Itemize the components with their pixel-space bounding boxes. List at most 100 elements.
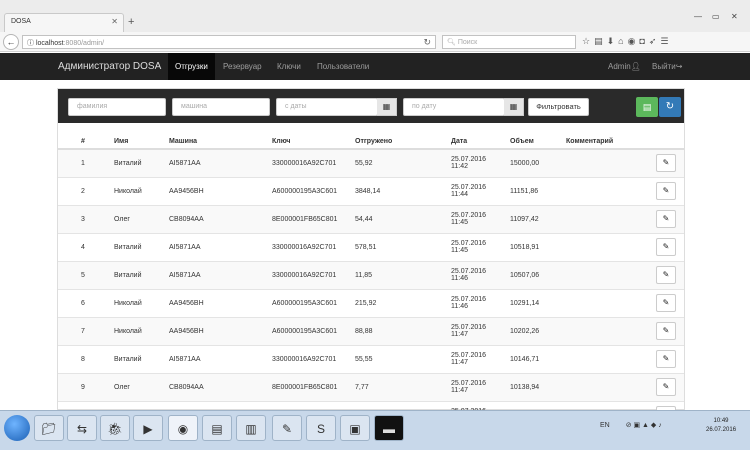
edit-pencil-icon[interactable]: ✎: [656, 294, 676, 312]
cell-number: 7: [58, 316, 110, 345]
table-row: 3 Олег CB8094AA 8E000001FB65C801 54,44 25.07.…: [58, 204, 684, 233]
cell-shipped: 3848,14: [351, 176, 421, 205]
cell-key: A600000195A3C601: [242, 176, 351, 205]
close-tab-icon[interactable]: ✕: [111, 17, 118, 26]
cell-actions: ✎: [652, 204, 684, 233]
maximize-icon[interactable]: ▭: [712, 12, 720, 21]
nav-keys[interactable]: Ключи: [270, 53, 308, 80]
cell-car: AA9456BH: [165, 316, 242, 345]
pocket-icon[interactable]: ◘: [639, 36, 648, 46]
search-input[interactable]: 🔍︎ Поиск: [442, 35, 576, 49]
brand[interactable]: Администратор DOSA: [58, 61, 161, 72]
clock-date: 26.07.2016: [706, 427, 737, 433]
edit-pencil-icon[interactable]: ✎: [656, 182, 676, 200]
date-from-input[interactable]: с даты: [276, 98, 378, 116]
download-icon[interactable]: ⬇: [607, 36, 619, 46]
browser-navbar: ← ⓘ localhost:8080/admin/ ↻ 🔍︎ Поиск ☆▤⬇…: [0, 32, 750, 52]
cell-number: 8: [58, 344, 110, 373]
teamviewer-icon[interactable]: ⇆: [67, 415, 97, 441]
cell-comment: [562, 176, 652, 205]
start-button[interactable]: [4, 415, 30, 441]
minimize-icon[interactable]: —: [694, 12, 702, 21]
media-player-icon[interactable]: ▶: [133, 415, 163, 441]
cell-car: AA9456BH: [165, 288, 242, 317]
date-to-input[interactable]: по дату: [403, 98, 505, 116]
calendar-from-icon[interactable]: ▦: [377, 98, 397, 116]
table-row: 1 Виталий AI5871AA 330000016A92C701 55,92 25.…: [58, 148, 684, 177]
cell-actions: ✎: [652, 316, 684, 345]
cell-number: 5: [58, 260, 110, 289]
skype-icon[interactable]: S: [306, 415, 336, 441]
browser-tab[interactable]: DOSA ✕: [4, 13, 124, 32]
cell-key: 8E000001FB65C801: [242, 372, 351, 401]
col-shipped: Отгружено: [351, 135, 421, 150]
chat-icon[interactable]: ◉: [628, 36, 640, 46]
cell-actions: ✎: [652, 372, 684, 401]
os-taskbar: 📁︎ ⇆ 🐞︎ ▶ ◉ ▤ ▥ ✎ S ▣ ▬ EN ⊘ ▣ ▲ ◆ ♪ 10:…: [0, 410, 750, 450]
firefox-icon[interactable]: ◉: [168, 415, 198, 441]
cell-comment: [562, 372, 652, 401]
console-icon[interactable]: ▬: [374, 415, 404, 441]
refresh-icon[interactable]: ↻: [659, 97, 681, 117]
edit-pencil-icon[interactable]: ✎: [656, 322, 676, 340]
cell-comment: [562, 260, 652, 289]
user-menu[interactable]: Admin👤︎: [608, 62, 641, 71]
back-icon[interactable]: ←: [3, 34, 19, 50]
edit-pencil-icon[interactable]: ✎: [656, 238, 676, 256]
cell-shipped: 55,55: [351, 344, 421, 373]
bookmark-star-icon[interactable]: ☆: [582, 36, 594, 46]
logout-link[interactable]: Выйти↪: [652, 62, 682, 71]
cell-name: Виталий: [110, 260, 165, 289]
nav-shipments[interactable]: Отгрузки: [168, 53, 215, 80]
cell-actions: ✎: [652, 288, 684, 317]
url-bar[interactable]: ⓘ localhost:8080/admin/ ↻: [22, 35, 436, 49]
home-icon[interactable]: ⌂: [618, 36, 627, 46]
edit-pencil-icon[interactable]: ✎: [656, 378, 676, 396]
notepad-icon[interactable]: ▥: [236, 415, 266, 441]
cell-volume: 10291,14: [506, 288, 562, 317]
edit-pencil-icon[interactable]: ✎: [656, 210, 676, 228]
clock[interactable]: 10:49 26.07.2016: [706, 417, 736, 435]
edit-pencil-icon[interactable]: ✎: [656, 350, 676, 368]
table-row: 4 Виталий AI5871AA 330000016A92C701 578,51 25…: [58, 232, 684, 261]
cell-name: Виталий: [110, 344, 165, 373]
car-input[interactable]: машина: [172, 98, 270, 116]
python-icon[interactable]: ✎: [272, 415, 302, 441]
edit-pencil-icon[interactable]: ✎: [656, 154, 676, 173]
cell-actions: ✎: [652, 176, 684, 205]
nav-users[interactable]: Пользователи: [310, 53, 376, 80]
explorer-icon[interactable]: 📁︎: [34, 415, 64, 441]
cell-car: AI5871AA: [165, 232, 242, 261]
table-row: 2 Николай AA9456BH A600000195A3C601 3848,14 2…: [58, 176, 684, 205]
chart-app-icon[interactable]: ▤: [202, 415, 232, 441]
cell-shipped: 578,51: [351, 232, 421, 261]
nav-reservoir[interactable]: Резервуар: [216, 53, 269, 80]
cell-number: 4: [58, 232, 110, 261]
tab-title: DOSA: [11, 18, 31, 25]
url-path: :8080/admin/: [63, 40, 105, 47]
cell-car: CB8094AA: [165, 204, 242, 233]
document-icon[interactable]: ▣: [340, 415, 370, 441]
reload-icon[interactable]: ↻: [423, 37, 431, 48]
cell-comment: [562, 232, 652, 261]
calendar-to-icon[interactable]: ▦: [504, 98, 524, 116]
reading-list-icon[interactable]: ▤: [594, 36, 607, 46]
bug-icon[interactable]: 🐞︎: [100, 415, 130, 441]
menu-icon[interactable]: ☰: [660, 36, 672, 46]
cell-number: 2: [58, 176, 110, 205]
language-indicator[interactable]: EN: [600, 422, 610, 429]
edit-pencil-icon[interactable]: ✎: [656, 266, 676, 284]
tray-icons[interactable]: ⊘ ▣ ▲ ◆ ♪: [626, 422, 662, 429]
globe-icon: ⓘ: [27, 40, 36, 47]
col-volume: Объем: [506, 135, 562, 150]
new-tab-icon[interactable]: +: [128, 16, 134, 28]
export-excel-icon[interactable]: ▤: [636, 97, 658, 117]
shipments-table: # Имя Машина Ключ Отгружено Дата Объем К…: [58, 135, 684, 429]
send-icon[interactable]: ➶: [649, 36, 661, 46]
window-close-icon[interactable]: ✕: [731, 12, 738, 21]
surname-input[interactable]: фамилия: [68, 98, 166, 116]
filter-button[interactable]: Фильтровать: [528, 98, 589, 116]
cell-date: 25.07.2016 11:45: [421, 204, 506, 233]
cell-shipped: 7,77: [351, 372, 421, 401]
cell-shipped: 11,85: [351, 260, 421, 289]
